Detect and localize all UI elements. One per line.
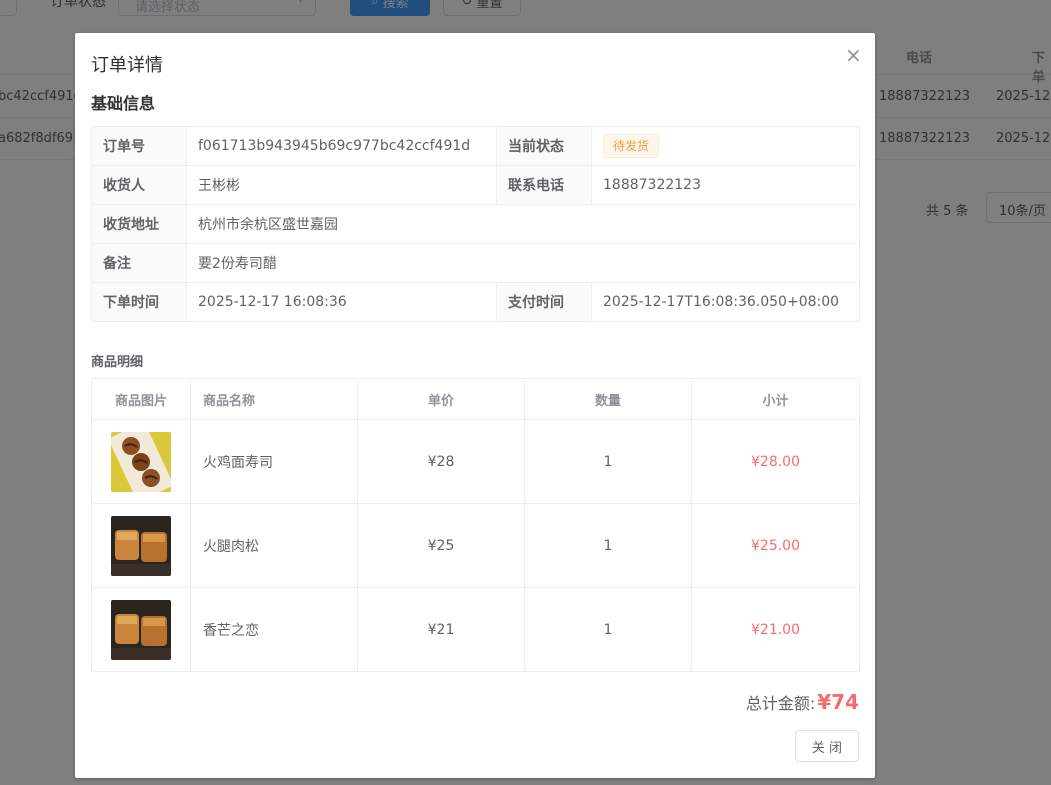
- quantity: 1: [524, 503, 692, 588]
- close-button[interactable]: 关 闭: [795, 730, 859, 762]
- remark-label: 备注: [91, 243, 187, 283]
- goods-table: 商品图片 商品名称 单价 数量 小计 火鸡面寿司 ¥28 1 ¥28.00 火腿…: [91, 378, 860, 672]
- basic-info-title: 基础信息: [91, 94, 156, 113]
- receiver-label: 收货人: [91, 165, 187, 205]
- address-label: 收货地址: [91, 204, 187, 244]
- total-amount: ¥74: [817, 690, 859, 714]
- unit-price: ¥25: [357, 503, 525, 588]
- order-no-label: 订单号: [91, 126, 187, 166]
- product-name: 香芒之恋: [190, 587, 358, 672]
- order-time-label: 下单时间: [91, 282, 187, 322]
- table-row: 火腿肉松 ¥25 1 ¥25.00: [91, 503, 860, 588]
- subtotal: ¥25.00: [691, 503, 860, 588]
- status-label: 当前状态: [496, 126, 592, 166]
- pay-time-value: 2025-12-17T16:08:36.050+08:00: [591, 282, 860, 322]
- address-value: 杭州市余杭区盛世嘉园: [186, 204, 860, 244]
- table-row: 香芒之恋 ¥21 1 ¥21.00: [91, 587, 860, 672]
- close-icon[interactable]: ×: [845, 45, 862, 65]
- product-image[interactable]: [111, 515, 171, 576]
- phone-label: 联系电话: [496, 165, 592, 205]
- goods-detail-title: 商品明细: [91, 355, 144, 370]
- subtotal: ¥21.00: [691, 587, 860, 672]
- col-header-price: 单价: [357, 378, 525, 420]
- receiver-value: 王彬彬: [186, 165, 497, 205]
- product-name: 火鸡面寿司: [190, 419, 358, 504]
- col-header-subtotal: 小计: [691, 378, 860, 420]
- product-image[interactable]: [111, 599, 171, 660]
- unit-price: ¥28: [357, 419, 525, 504]
- quantity: 1: [524, 587, 692, 672]
- order-no-value: f061713b943945b69c977bc42ccf491d: [186, 126, 497, 166]
- order-detail-dialog: 订单详情 × 基础信息 订单号 f061713b943945b69c977bc4…: [75, 33, 875, 778]
- quantity: 1: [524, 419, 692, 504]
- col-header-name: 商品名称: [190, 378, 358, 420]
- pay-time-label: 支付时间: [496, 282, 592, 322]
- product-image[interactable]: [111, 431, 171, 492]
- remark-value: 要2份寿司醋: [186, 243, 860, 283]
- dialog-title: 订单详情: [91, 55, 163, 76]
- basic-info-table: 订单号 f061713b943945b69c977bc42ccf491d 当前状…: [91, 126, 860, 322]
- phone-value: 18887322123: [591, 165, 860, 205]
- unit-price: ¥21: [357, 587, 525, 672]
- subtotal: ¥28.00: [691, 419, 860, 504]
- col-header-image: 商品图片: [91, 378, 191, 420]
- total-label: 总计金额:: [745, 694, 816, 713]
- col-header-qty: 数量: [524, 378, 692, 420]
- status-badge: 待发货: [603, 134, 660, 158]
- order-total: 总计金额: ¥74: [746, 690, 859, 714]
- table-row: 火鸡面寿司 ¥28 1 ¥28.00: [91, 419, 860, 504]
- order-time-value: 2025-12-17 16:08:36: [186, 282, 497, 322]
- product-name: 火腿肉松: [190, 503, 358, 588]
